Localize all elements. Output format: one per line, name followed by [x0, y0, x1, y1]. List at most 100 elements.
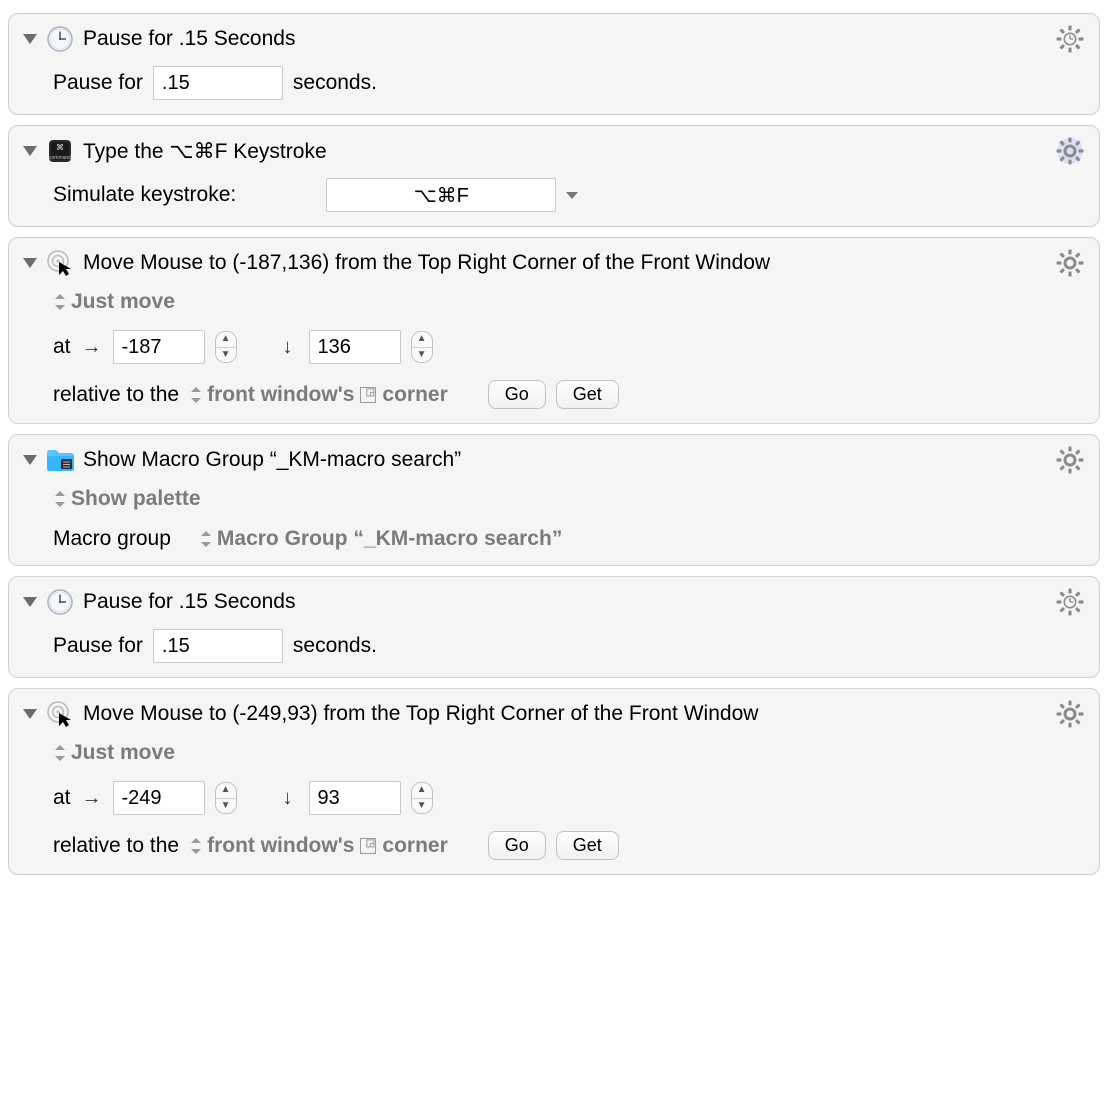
arrow-down-icon: ↓ [277, 787, 299, 810]
keystroke-row: Simulate keystroke: [53, 178, 1085, 212]
arrow-down-icon: ↓ [277, 336, 299, 359]
x-stepper[interactable]: ▲▼ [215, 782, 237, 814]
at-label: at [53, 786, 71, 810]
chevron-down-icon[interactable] [566, 192, 578, 199]
macro-group-row: Macro group Macro Group “_KM-macro searc… [53, 527, 1085, 551]
mouse-mode-row: Just move [53, 290, 1085, 314]
pause-label: Pause for [53, 634, 143, 658]
mouse-mode-value: Just move [71, 741, 175, 765]
coords-row: at → ▲▼ ↓ ▲▼ [53, 781, 1085, 815]
popup-arrows-icon [189, 838, 203, 854]
mouse-mode-row: Just move [53, 741, 1085, 765]
x-input[interactable] [113, 781, 205, 815]
pause-label: Pause for [53, 71, 143, 95]
mouse-mode-popup[interactable]: Just move [53, 741, 175, 765]
panel-header[interactable]: ⌘ command Type the ⌥⌘F Keystroke [23, 136, 1085, 166]
stepper-up-icon: ▲ [216, 783, 236, 799]
popup-arrows-icon [189, 387, 203, 403]
relative-value: front window's [207, 383, 354, 407]
y-stepper[interactable]: ▲▼ [411, 782, 433, 814]
clock-icon [45, 587, 75, 617]
panel-header[interactable]: Show Macro Group “_KM-macro search” [23, 445, 1085, 475]
pause-duration-input[interactable] [153, 66, 283, 100]
panel-title: Type the ⌥⌘F Keystroke [83, 139, 327, 164]
keyboard-key-icon: ⌘ command [45, 136, 75, 166]
folder-macro-icon [45, 445, 75, 475]
gear-clock-icon[interactable] [1055, 587, 1085, 617]
get-button[interactable]: Get [556, 831, 619, 860]
relative-label: relative to the [53, 383, 179, 407]
gear-icon[interactable] [1055, 136, 1085, 166]
popup-arrows-icon [53, 294, 67, 310]
panel-title: Move Mouse to (-187,136) from the Top Ri… [83, 251, 770, 275]
y-input[interactable] [309, 330, 401, 364]
panel-header[interactable]: Move Mouse to (-187,136) from the Top Ri… [23, 248, 1085, 278]
mouse-move-action: Move Mouse to (-187,136) from the Top Ri… [8, 237, 1100, 424]
keystroke-input[interactable] [326, 178, 556, 212]
x-input[interactable] [113, 330, 205, 364]
stepper-up-icon: ▲ [412, 332, 432, 348]
relative-suffix: corner [382, 834, 447, 858]
panel-title: Pause for .15 Seconds [83, 27, 295, 51]
stepper-up-icon: ▲ [216, 332, 236, 348]
go-button[interactable]: Go [488, 380, 546, 409]
arrow-right-icon: → [81, 336, 103, 359]
panel-title: Show Macro Group “_KM-macro search” [83, 448, 461, 472]
stepper-down-icon: ▼ [412, 348, 432, 363]
pause-action: Pause for .15 Seconds Pause for seconds. [8, 13, 1100, 115]
gear-icon[interactable] [1055, 248, 1085, 278]
at-label: at [53, 335, 71, 359]
macro-group-label: Macro group [53, 527, 171, 551]
pause-duration-input[interactable] [153, 629, 283, 663]
macro-group-value: Macro Group “_KM-macro search” [217, 527, 562, 551]
panel-title: Move Mouse to (-249,93) from the Top Rig… [83, 702, 758, 726]
svg-text:⌘: ⌘ [56, 143, 64, 152]
x-stepper[interactable]: ▲▼ [215, 331, 237, 363]
relative-popup[interactable]: front window's ◲ corner [189, 383, 448, 407]
disclosure-triangle-icon[interactable] [23, 709, 37, 719]
popup-arrows-icon [199, 531, 213, 547]
y-stepper[interactable]: ▲▼ [411, 331, 433, 363]
panel-title: Pause for .15 Seconds [83, 590, 295, 614]
y-input[interactable] [309, 781, 401, 815]
panel-header[interactable]: Move Mouse to (-249,93) from the Top Rig… [23, 699, 1085, 729]
mouse-mode-value: Just move [71, 290, 175, 314]
go-button[interactable]: Go [488, 831, 546, 860]
corner-top-right-icon: ◲ [360, 838, 376, 854]
mouse-target-icon [45, 699, 75, 729]
relative-row: relative to the front window's ◲ corner … [53, 831, 1085, 860]
mouse-mode-popup[interactable]: Just move [53, 290, 175, 314]
pause-unit: seconds. [293, 71, 377, 95]
stepper-down-icon: ▼ [412, 799, 432, 814]
pause-action: Pause for .15 Seconds Pause for seconds. [8, 576, 1100, 678]
macro-mode-row: Show palette [53, 487, 1085, 511]
panel-header[interactable]: Pause for .15 Seconds [23, 24, 1085, 54]
relative-popup[interactable]: front window's ◲ corner [189, 834, 448, 858]
relative-row: relative to the front window's ◲ corner … [53, 380, 1085, 409]
macro-mode-value: Show palette [71, 487, 201, 511]
macro-mode-popup[interactable]: Show palette [53, 487, 201, 511]
relative-value: front window's [207, 834, 354, 858]
disclosure-triangle-icon[interactable] [23, 34, 37, 44]
gear-clock-icon[interactable] [1055, 24, 1085, 54]
clock-icon [45, 24, 75, 54]
gear-icon[interactable] [1055, 699, 1085, 729]
stepper-down-icon: ▼ [216, 799, 236, 814]
stepper-down-icon: ▼ [216, 348, 236, 363]
popup-arrows-icon [53, 491, 67, 507]
mouse-target-icon [45, 248, 75, 278]
pause-row: Pause for seconds. [53, 629, 1085, 663]
macro-group-popup[interactable]: Macro Group “_KM-macro search” [199, 527, 562, 551]
coords-row: at → ▲▼ ↓ ▲▼ [53, 330, 1085, 364]
disclosure-triangle-icon[interactable] [23, 258, 37, 268]
keystroke-label: Simulate keystroke: [53, 183, 236, 207]
disclosure-triangle-icon[interactable] [23, 146, 37, 156]
disclosure-triangle-icon[interactable] [23, 455, 37, 465]
get-button[interactable]: Get [556, 380, 619, 409]
disclosure-triangle-icon[interactable] [23, 597, 37, 607]
popup-arrows-icon [53, 745, 67, 761]
panel-header[interactable]: Pause for .15 Seconds [23, 587, 1085, 617]
pause-unit: seconds. [293, 634, 377, 658]
svg-text:command: command [49, 155, 71, 161]
gear-icon[interactable] [1055, 445, 1085, 475]
